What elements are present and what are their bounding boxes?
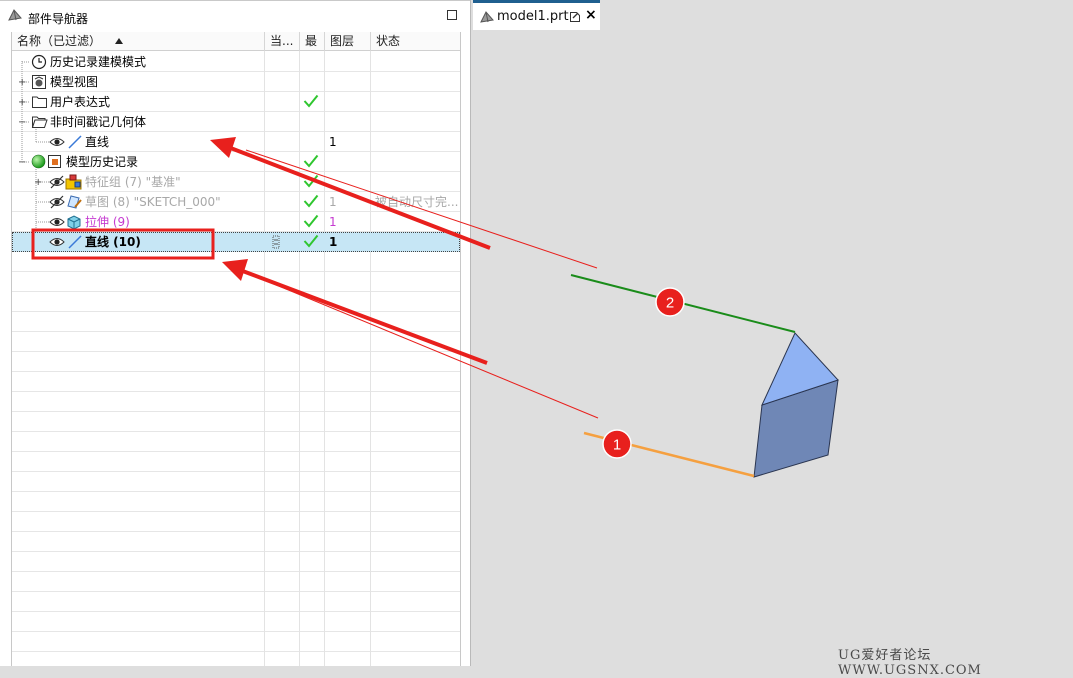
line-icon (68, 135, 82, 149)
collapse-icon[interactable]: − (18, 118, 26, 128)
tree-row-label: 直线 (85, 135, 110, 149)
expand-icon[interactable]: + (18, 98, 26, 108)
tree-row-label: 模型视图 (50, 75, 99, 89)
navigator-tree[interactable]: 名称（已过滤） 当... 最 图层 状态 历史记录建模模式 + 模型视图 + 用… (11, 32, 461, 666)
tree-row-label: 直线 (10) (85, 235, 141, 249)
layer-value: 1 (329, 195, 337, 209)
maximize-button[interactable] (447, 10, 457, 20)
column-current-header[interactable]: 当... (265, 32, 300, 51)
layer-value: 1 (329, 235, 338, 249)
navigator-title-bar: 部件导航器 (0, 0, 470, 31)
expand-icon[interactable]: + (18, 78, 26, 88)
extrude-icon (67, 215, 81, 230)
tree-row-label: 历史记录建模模式 (50, 55, 147, 69)
collapse-icon[interactable]: − (18, 158, 26, 168)
eye-hidden-icon[interactable] (49, 175, 65, 189)
tree-row-line-10[interactable]: 直线 (10) 1 (12, 232, 460, 252)
check-icon (303, 234, 319, 248)
watermark-text: UG爱好者论坛 WWW.UGSNX.COM (838, 648, 982, 678)
tree-row-label: 用户表达式 (50, 95, 111, 109)
graphics-viewport[interactable] (472, 30, 1073, 666)
tree-row-sketch[interactable]: 草图 (8) "SKETCH_000" 1 被自动尺寸完... (12, 192, 460, 212)
part-file-icon (480, 11, 494, 23)
part-navigator-panel: 部件导航器 名称（已过滤） 当... 最 图层 状态 历史记录建模模式 + 模型… (0, 0, 471, 666)
check-icon (303, 214, 319, 228)
tree-row-user-expressions[interactable]: + 用户表达式 (12, 92, 460, 112)
model-history-icon (48, 155, 61, 168)
tree-row-label: 非时间戳记几何体 (50, 115, 147, 129)
expand-icon[interactable]: + (34, 178, 42, 188)
check-icon (303, 94, 319, 108)
column-status-header[interactable]: 状态 (371, 32, 460, 51)
layer-value: 1 (329, 215, 337, 229)
tree-row-non-timestamp-geometry[interactable]: − 非时间戳记几何体 (12, 112, 460, 132)
column-latest-header[interactable]: 最 (300, 32, 325, 51)
tree-row-model-history[interactable]: − 模型历史记录 (12, 152, 460, 172)
tree-row-model-views[interactable]: + 模型视图 (12, 72, 460, 92)
tree-row-label: 草图 (8) "SKETCH_000" (85, 195, 221, 209)
column-layer-header[interactable]: 图层 (325, 32, 371, 51)
status-ball-icon (31, 154, 46, 169)
sort-ascending-icon (115, 38, 124, 44)
tree-row-history-mode[interactable]: 历史记录建模模式 (12, 52, 460, 72)
line-icon (68, 235, 82, 249)
folder-open-icon (31, 116, 48, 128)
part-navigator-icon (8, 9, 22, 21)
eye-hidden-icon[interactable] (49, 195, 65, 209)
column-name-header[interactable]: 名称（已过滤） (12, 32, 265, 51)
status-value: 被自动尺寸完... (375, 195, 459, 209)
tree-header: 名称（已过滤） 当... 最 图层 状态 (12, 32, 460, 51)
tree-row-label: 特征组 (7) "基准" (85, 175, 181, 189)
tree-row-extrude[interactable]: 拉伸 (9) 1 (12, 212, 460, 232)
layer-value: 1 (329, 135, 337, 149)
navigator-title: 部件导航器 (28, 12, 89, 26)
check-icon (303, 174, 319, 188)
document-tab[interactable]: model1.prt × (473, 0, 600, 30)
tab-title: model1.prt (497, 9, 569, 24)
modified-indicator-icon (570, 12, 580, 22)
check-icon (303, 154, 319, 168)
folder-icon (32, 96, 47, 108)
check-icon (303, 194, 319, 208)
model-view-icon (32, 75, 46, 89)
eye-icon[interactable] (49, 236, 65, 248)
tree-row-feature-group[interactable]: + 特征组 (7) "基准" (12, 172, 460, 192)
sketch-icon (67, 195, 82, 209)
tree-row-label: 拉伸 (9) (85, 215, 130, 229)
eye-icon[interactable] (49, 136, 65, 148)
tree-row-label: 模型历史记录 (66, 155, 139, 169)
close-tab-button[interactable]: × (585, 7, 597, 23)
feature-group-icon (65, 174, 82, 190)
tree-row-line[interactable]: 直线 1 (12, 132, 460, 152)
eye-icon[interactable] (49, 216, 65, 228)
current-marker-icon (272, 235, 280, 249)
clock-icon (31, 54, 47, 70)
